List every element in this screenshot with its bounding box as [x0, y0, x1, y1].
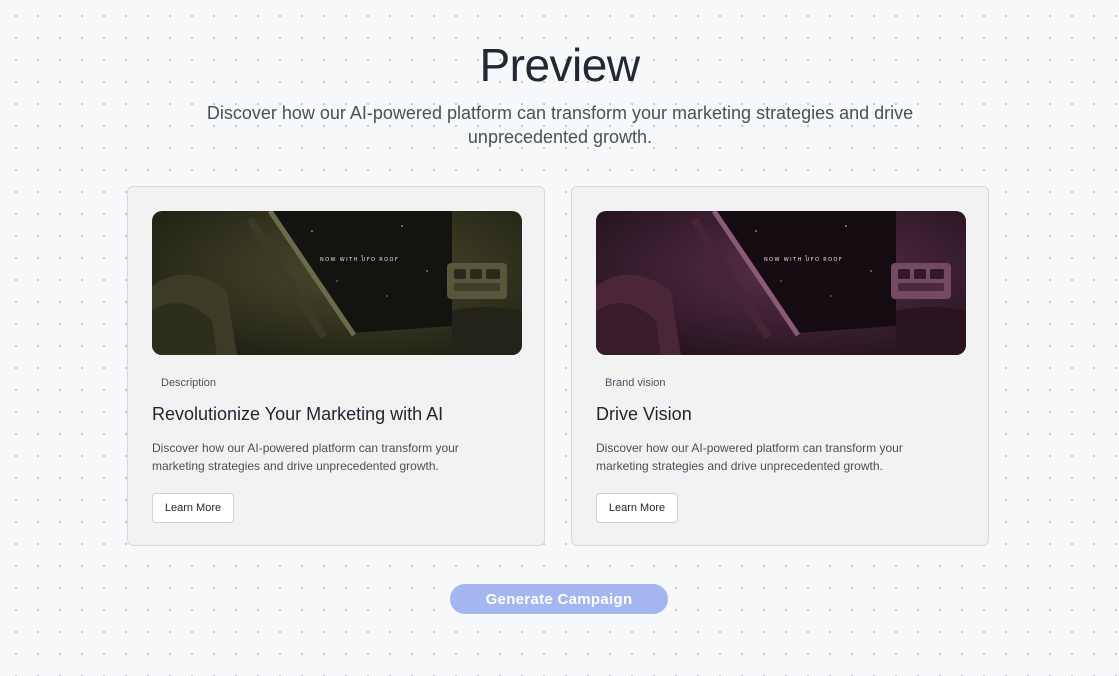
- generate-campaign-button[interactable]: Generate Campaign: [450, 584, 668, 614]
- learn-more-button[interactable]: Learn More: [596, 493, 678, 523]
- card-image: NOW WITH UFO ROOF: [152, 211, 522, 355]
- campaign-card-brand-vision: NOW WITH UFO ROOF Brand vision Drive Vis…: [571, 186, 989, 546]
- card-title: Drive Vision: [596, 404, 692, 424]
- page-subtitle: Discover how our AI-powered platform can…: [206, 103, 914, 147]
- card-description: Discover how our AI-powered platform can…: [152, 441, 459, 473]
- card-description: Discover how our AI-powered platform can…: [596, 441, 903, 473]
- card-tag: Brand vision: [605, 377, 666, 389]
- image-overlay-text: NOW WITH UFO ROOF: [320, 257, 399, 263]
- learn-more-button[interactable]: Learn More: [152, 493, 234, 523]
- campaign-card-description: NOW WITH UFO ROOF Description Revolution…: [127, 186, 545, 546]
- card-tag: Description: [161, 377, 217, 389]
- page-title: Preview: [479, 39, 640, 91]
- card-title: Revolutionize Your Marketing with AI: [152, 404, 444, 424]
- image-overlay-text: NOW WITH UFO ROOF: [764, 257, 843, 263]
- card-image: NOW WITH UFO ROOF: [596, 211, 966, 355]
